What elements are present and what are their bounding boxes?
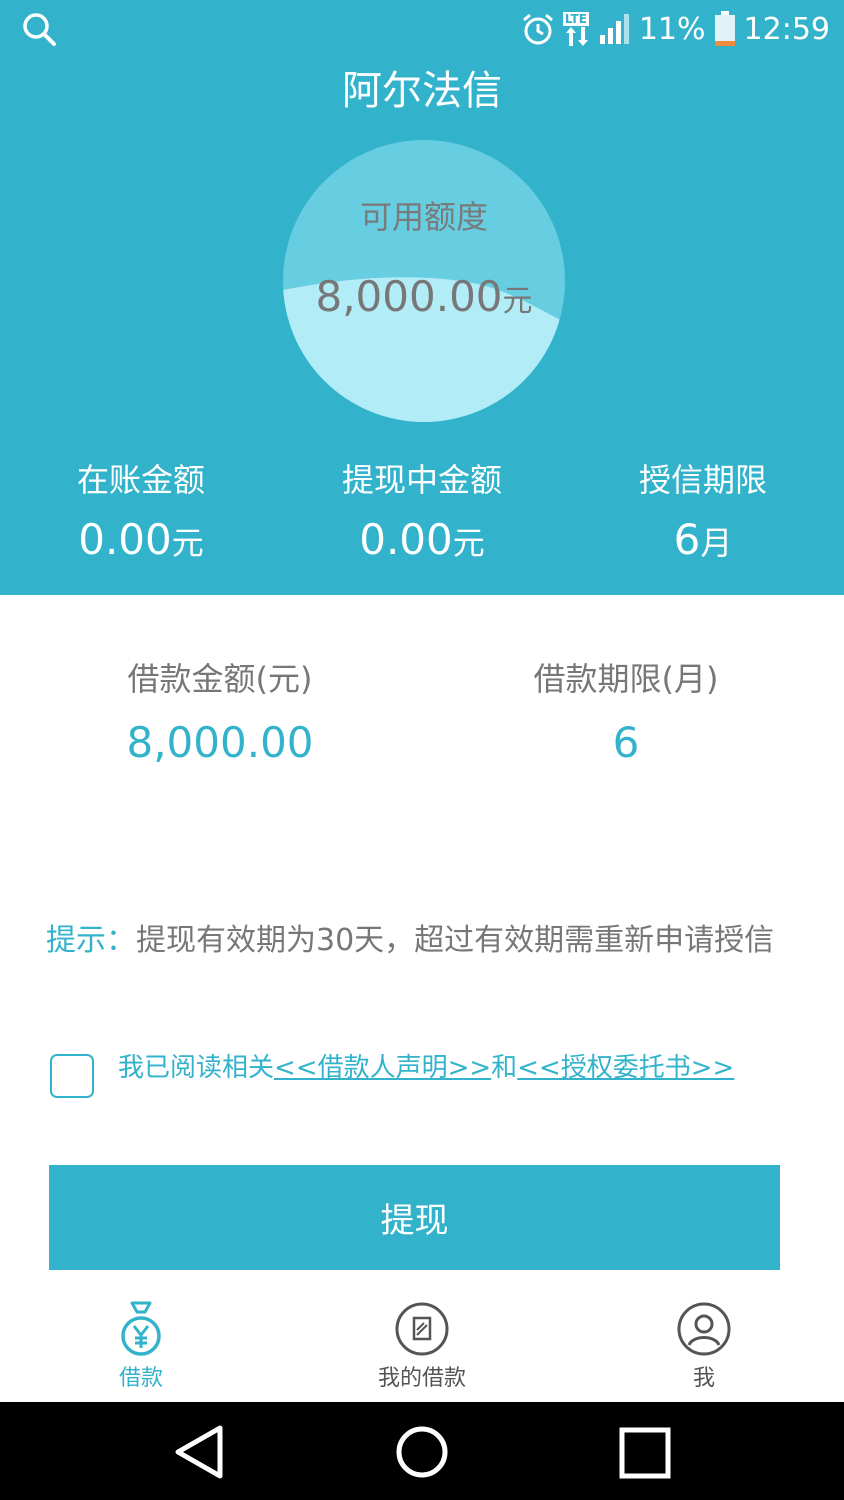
tip-text: 提示：提现有效期为30天，超过有效期需重新申请授信 <box>46 916 816 966</box>
stat-label: 提现中金额 <box>341 461 502 499</box>
tab-me[interactable]: 我 <box>604 1300 804 1392</box>
status-bar: LTE 11% 12:59 <box>0 0 844 58</box>
tab-label: 借款 <box>118 1366 163 1391</box>
signal-icon <box>599 14 629 44</box>
home-icon[interactable] <box>394 1424 450 1480</box>
battery-percent: 11% <box>638 11 706 47</box>
agreement-prefix: 我已阅读相关 <box>118 1053 275 1083</box>
stat-withdrawing: 提现中金额 0.00元 <box>281 458 563 575</box>
header-panel: LTE 11% 12:59 阿尔法信 可用额度 8,000.00元 在账金额 0… <box>0 0 844 595</box>
stat-value: 0.00元 <box>78 515 204 564</box>
loan-term-label: 借款期限(月) <box>533 660 719 698</box>
stat-value: 0.00元 <box>359 515 485 564</box>
stat-value: 6月 <box>673 515 733 564</box>
tab-my-loans[interactable]: 我的借款 <box>322 1300 522 1392</box>
tip-label: 提示： <box>46 923 136 958</box>
tab-label: 我的借款 <box>377 1366 466 1391</box>
agreement-text: 我已阅读相关<<借款人声明>>和<<授权委托书>> <box>118 1048 734 1088</box>
borrower-statement-link[interactable]: <<借款人声明>> <box>274 1053 491 1083</box>
stat-label: 在账金额 <box>76 461 205 499</box>
stat-balance: 在账金额 0.00元 <box>0 458 282 575</box>
agreement-checkbox[interactable] <box>50 1054 94 1098</box>
tab-label: 我 <box>692 1366 715 1391</box>
stat-label: 授信期限 <box>638 461 767 499</box>
alarm-icon <box>522 13 553 45</box>
available-credit-amount: 8,000.00元 <box>315 272 533 321</box>
loan-term[interactable]: 借款期限(月) 6 <box>426 656 826 770</box>
document-icon <box>395 1302 449 1356</box>
loan-amount-value[interactable]: 8,000.00 <box>20 716 420 770</box>
battery-icon <box>714 11 735 46</box>
user-icon <box>677 1302 731 1356</box>
available-credit-label: 可用额度 <box>359 198 488 236</box>
authorization-letter-link[interactable]: <<授权委托书>> <box>517 1053 734 1083</box>
stat-credit-term: 授信期限 6月 <box>562 458 844 575</box>
tab-bar: 借款 我的借款 我 <box>0 1290 844 1402</box>
loan-term-value[interactable]: 6 <box>426 716 826 770</box>
recents-icon[interactable] <box>618 1426 672 1480</box>
loan-amount-label: 借款金额(元) <box>127 660 313 698</box>
search-icon[interactable] <box>20 10 60 50</box>
loan-amount[interactable]: 借款金额(元) 8,000.00 <box>20 656 420 770</box>
credit-circle: 可用额度 8,000.00元 <box>283 140 565 422</box>
agreement-middle: 和 <box>491 1053 518 1083</box>
network-type-icon: LTE <box>562 12 591 46</box>
system-nav-bar <box>0 1402 844 1500</box>
tab-loan[interactable]: 借款 <box>41 1300 241 1392</box>
withdraw-button[interactable]: 提现 <box>49 1165 780 1270</box>
back-icon[interactable] <box>172 1424 226 1480</box>
clock: 12:59 <box>743 11 830 47</box>
tip-content: 提现有效期为30天，超过有效期需重新申请授信 <box>136 923 775 958</box>
page-title: 阿尔法信 <box>342 68 502 114</box>
money-bag-icon <box>121 1301 161 1356</box>
